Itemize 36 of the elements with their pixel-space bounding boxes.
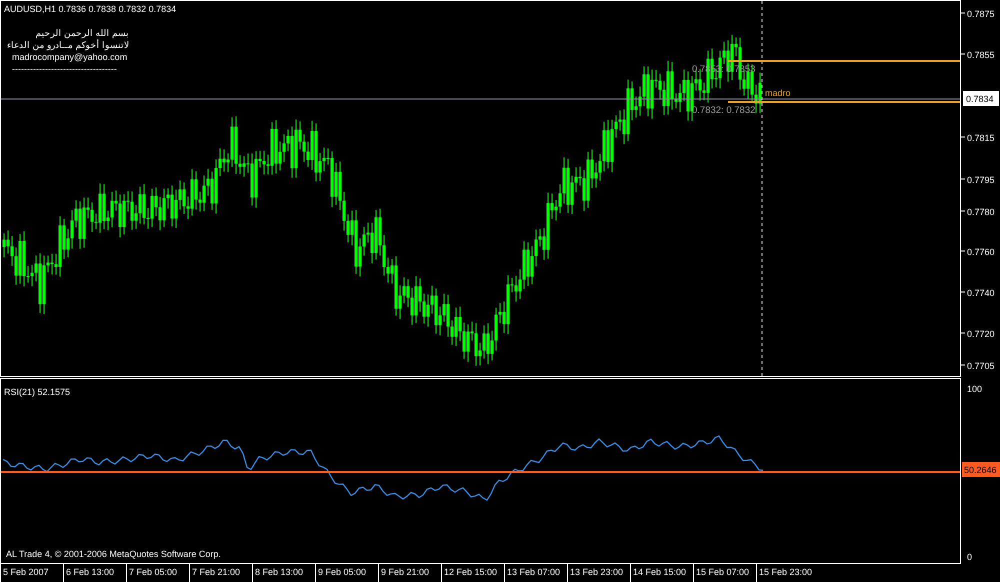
note-text: لاتنسوا أخوكم مــادرو من الدعاء: [6, 40, 129, 50]
copyright-text: AL Trade 4, © 2001-2006 MetaQuotes Software Corp.: [6, 549, 221, 559]
time-label: 9 Feb 21:00: [378, 564, 441, 582]
time-label: 12 Feb 15:00: [441, 564, 504, 582]
current-price-tag: 0.7834: [963, 91, 999, 106]
level-tag: 50.2646: [962, 462, 1000, 477]
price-label: 0.7760: [967, 247, 995, 257]
time-label: 13 Feb 07:00: [504, 564, 567, 582]
scale-label: 100: [967, 384, 982, 394]
price-label: 0.7780: [967, 207, 995, 217]
price-label: 0.7705: [967, 361, 995, 371]
time-label: 9 Feb 05:00: [315, 564, 378, 582]
time-label: 13 Feb 23:00: [567, 564, 630, 582]
time-label: 7 Feb 05:00: [126, 564, 189, 582]
level-line[interactable]: [728, 101, 960, 103]
time-label: 7 Feb 21:00: [189, 564, 252, 582]
note-text: بسم الله الرحمن الرحيم: [35, 28, 129, 38]
level-line[interactable]: [728, 60, 960, 62]
marker-label: madro: [765, 88, 791, 98]
price-label: 0.7720: [967, 329, 995, 339]
time-label: 14 Feb 15:00: [630, 564, 693, 582]
note-text: -----------------------------------: [12, 64, 117, 74]
price-label: 0.7740: [967, 288, 995, 298]
chart-title: AUDUSD,H1 0.7836 0.7838 0.7832 0.7834: [4, 4, 176, 14]
note-text: madrocompany@yahoo.com: [12, 52, 128, 62]
time-label: 15 Feb 07:00: [693, 564, 756, 582]
time-label: 8 Feb 13:00: [252, 564, 315, 582]
scale-label: 0: [967, 552, 972, 562]
price-label: 0.7815: [967, 133, 995, 143]
time-label: 5 Feb 2007: [0, 564, 63, 582]
price-label: 0.7795: [967, 175, 995, 185]
time-label: 6 Feb 13:00: [63, 564, 126, 582]
indicator-title: RSI(21) 52.1575: [4, 387, 70, 397]
time-label: 15 Feb 23:00: [756, 564, 819, 582]
price-label: 0.7875: [967, 9, 995, 19]
price-label: 0.7855: [967, 50, 995, 60]
